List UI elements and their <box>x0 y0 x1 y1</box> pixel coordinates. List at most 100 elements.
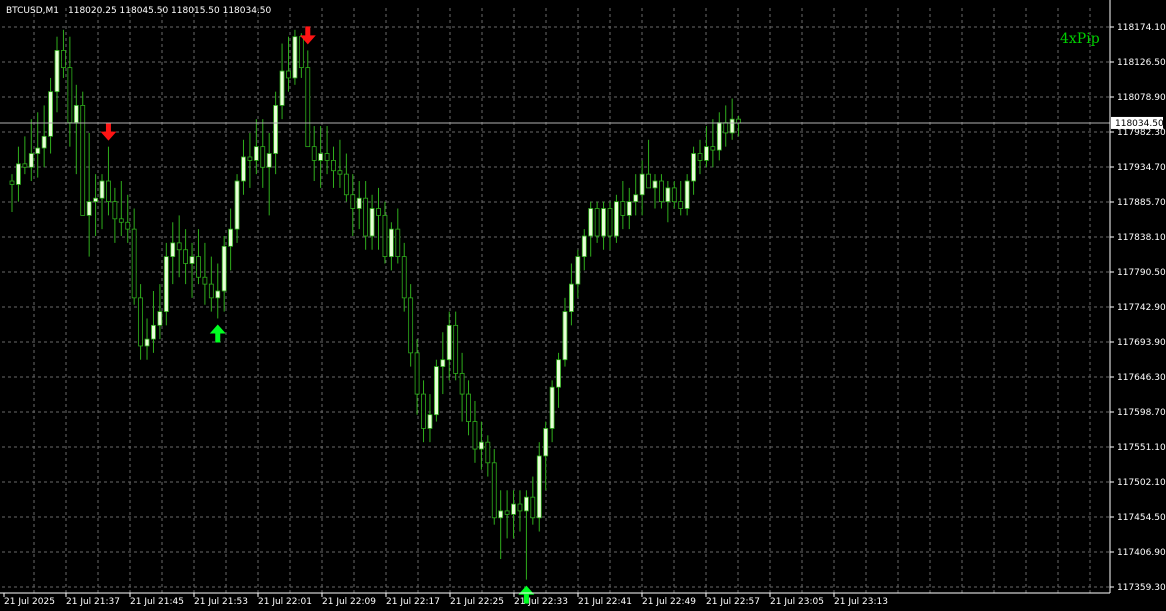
candle <box>697 139 703 175</box>
candle <box>562 297 568 367</box>
candle-body-bull <box>446 324 452 361</box>
candle <box>331 146 336 188</box>
candle <box>54 36 60 113</box>
candle <box>678 181 684 216</box>
candle-body-bull <box>556 359 561 388</box>
y-tick-label: 118078.90 <box>1117 93 1166 103</box>
candle <box>453 311 459 381</box>
candle-body-bear <box>80 105 86 216</box>
candle <box>273 91 279 175</box>
candle <box>575 249 581 298</box>
candle-body-bull <box>144 338 150 347</box>
candle <box>112 187 118 243</box>
candle-body-bear <box>196 256 201 278</box>
candle <box>28 119 34 182</box>
y-tick-label: 117693.90 <box>1117 338 1166 348</box>
candle <box>684 174 690 216</box>
candle-body-bull <box>581 235 587 258</box>
x-tick-label: 21 Jul 22:49 <box>642 597 696 607</box>
candle <box>118 181 124 237</box>
y-tick-label: 117982.30 <box>1117 128 1166 138</box>
candle <box>614 194 619 243</box>
candle-body-bear <box>594 208 600 237</box>
candle-body-bear <box>736 118 741 124</box>
candle <box>86 132 92 257</box>
candle-body-bear <box>620 201 626 216</box>
candle <box>157 284 163 340</box>
candle-body-bull <box>601 208 606 237</box>
chart-header-symbol: BTCUSD,M1 <box>6 6 59 16</box>
candle <box>498 490 504 560</box>
candle <box>202 242 208 305</box>
chart-window[interactable]: 118034.50 118174.10 118126.50 118078.90 117… <box>0 0 1166 611</box>
candle-body-bear <box>678 201 684 209</box>
candle <box>716 112 722 161</box>
candle-body-bull <box>652 180 658 189</box>
candle <box>395 208 401 264</box>
y-tick-label: 117742.90 <box>1117 303 1166 313</box>
candle-body-bear <box>491 462 497 519</box>
candle-body-bull <box>35 147 41 154</box>
candle <box>504 490 510 539</box>
candle-body-bear <box>343 173 349 196</box>
candle <box>241 139 246 195</box>
candle-body-bull <box>99 180 105 199</box>
y-tick-label: 118174.10 <box>1117 23 1166 33</box>
candle-body-bull <box>588 208 594 237</box>
candle-body-bull <box>48 91 53 137</box>
candle <box>208 256 214 312</box>
candle <box>228 208 234 271</box>
candle-body-bear <box>504 510 510 515</box>
candle <box>620 181 626 230</box>
y-tick-label: 117359.30 <box>1117 583 1166 593</box>
candle-body-bear <box>530 496 536 519</box>
candle <box>427 394 433 443</box>
candle <box>22 136 28 175</box>
candle <box>16 146 21 202</box>
candle-body-bear <box>138 297 144 347</box>
candle <box>736 115 741 137</box>
candle-body-bull <box>54 50 60 93</box>
candle-body-bull <box>356 197 362 209</box>
candle <box>292 29 298 85</box>
candle <box>305 50 311 148</box>
candle-body-bull <box>157 311 163 326</box>
candle-body-bear <box>466 393 471 422</box>
brand-watermark: 4xPip <box>1060 31 1100 47</box>
candle <box>601 201 606 250</box>
candle-body-bear <box>395 228 401 258</box>
candle <box>408 284 414 367</box>
candle-body-bull <box>266 153 272 168</box>
candle <box>478 421 484 470</box>
candle-body-bull <box>73 105 79 124</box>
candle-body-bear <box>324 153 330 161</box>
candle <box>80 91 86 216</box>
candle-body-bull <box>665 187 671 203</box>
price-chart[interactable]: 118034.50 118174.10 118126.50 118078.90 117… <box>0 0 1166 611</box>
candle <box>279 43 285 120</box>
candle-body-bear <box>118 218 124 223</box>
candle-body-bear <box>9 180 15 185</box>
candle <box>196 229 201 285</box>
x-tick-label: 21 Jul 21:37 <box>66 597 120 607</box>
y-tick-label: 117406.90 <box>1117 548 1166 558</box>
y-tick-label: 117885.70 <box>1117 198 1166 208</box>
candle <box>363 181 369 250</box>
candle-body-bull <box>163 256 169 313</box>
candle <box>170 222 176 285</box>
candle-body-bull <box>273 105 279 154</box>
x-tick-label: 21 Jul 22:17 <box>386 597 440 607</box>
candle <box>298 33 304 78</box>
x-tick-label: 21 Jul 22:09 <box>322 597 376 607</box>
chart-header-ohlc: 118020.25 118045.50 118015.50 118034.50 <box>68 6 272 16</box>
candles <box>9 29 741 580</box>
candle-body-bull <box>536 455 542 519</box>
candle <box>524 490 529 580</box>
candle-body-bear <box>401 256 407 299</box>
candle <box>710 119 716 168</box>
candle <box>388 222 394 271</box>
candle-body-bear <box>517 503 523 512</box>
candle-body-bear <box>710 146 716 151</box>
y-tick-label: 117646.30 <box>1117 373 1166 383</box>
candle <box>472 400 478 463</box>
